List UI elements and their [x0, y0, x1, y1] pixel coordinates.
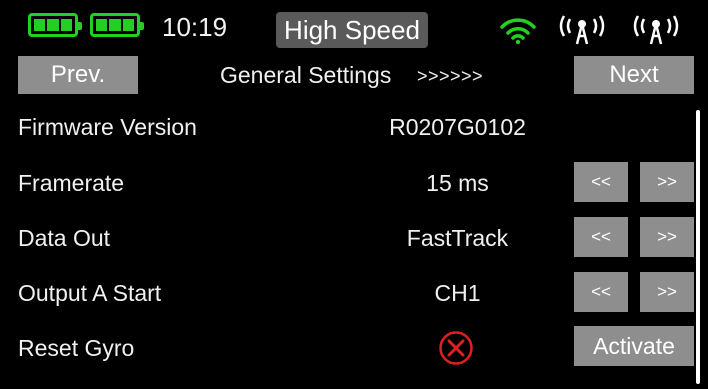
battery-icon: [90, 13, 144, 37]
output-a-start-decrement-button[interactable]: <<: [574, 272, 628, 312]
data-out-decrement-button[interactable]: <<: [574, 217, 628, 257]
output-a-start-label: Output A Start: [18, 280, 162, 306]
framerate-increment-button[interactable]: >>: [640, 162, 694, 202]
data-out-value: FastTrack: [406, 225, 509, 251]
data-out-label: Data Out: [18, 225, 111, 251]
framerate-value: 15 ms: [426, 170, 489, 196]
output-a-start-increment-button[interactable]: >>: [640, 272, 694, 312]
antenna-icon: [633, 15, 679, 45]
antenna-icon: [559, 15, 605, 45]
next-button[interactable]: Next: [574, 56, 694, 94]
x-circle-icon: [439, 331, 473, 365]
status-bar: 10:19 High Speed: [0, 0, 708, 54]
scrollbar[interactable]: [696, 110, 700, 384]
framerate-label: Framerate: [18, 170, 125, 196]
activate-button[interactable]: Activate: [574, 326, 694, 366]
firmware-version-label: Firmware Version: [18, 114, 197, 140]
reset-gyro-label: Reset Gyro: [18, 335, 135, 361]
page-title: General Settings: [220, 62, 392, 88]
clock: 10:19: [162, 12, 228, 42]
data-out-increment-button[interactable]: >>: [640, 217, 694, 257]
framerate-decrement-button[interactable]: <<: [574, 162, 628, 202]
firmware-version-value: R0207G0102: [389, 114, 526, 140]
wifi-icon: [500, 18, 536, 44]
prev-button[interactable]: Prev.: [18, 56, 138, 94]
battery-icon: [28, 13, 82, 37]
page-indicator: >>>>>>: [417, 66, 484, 86]
mode-badge: High Speed: [276, 12, 428, 48]
output-a-start-value: CH1: [434, 280, 481, 306]
